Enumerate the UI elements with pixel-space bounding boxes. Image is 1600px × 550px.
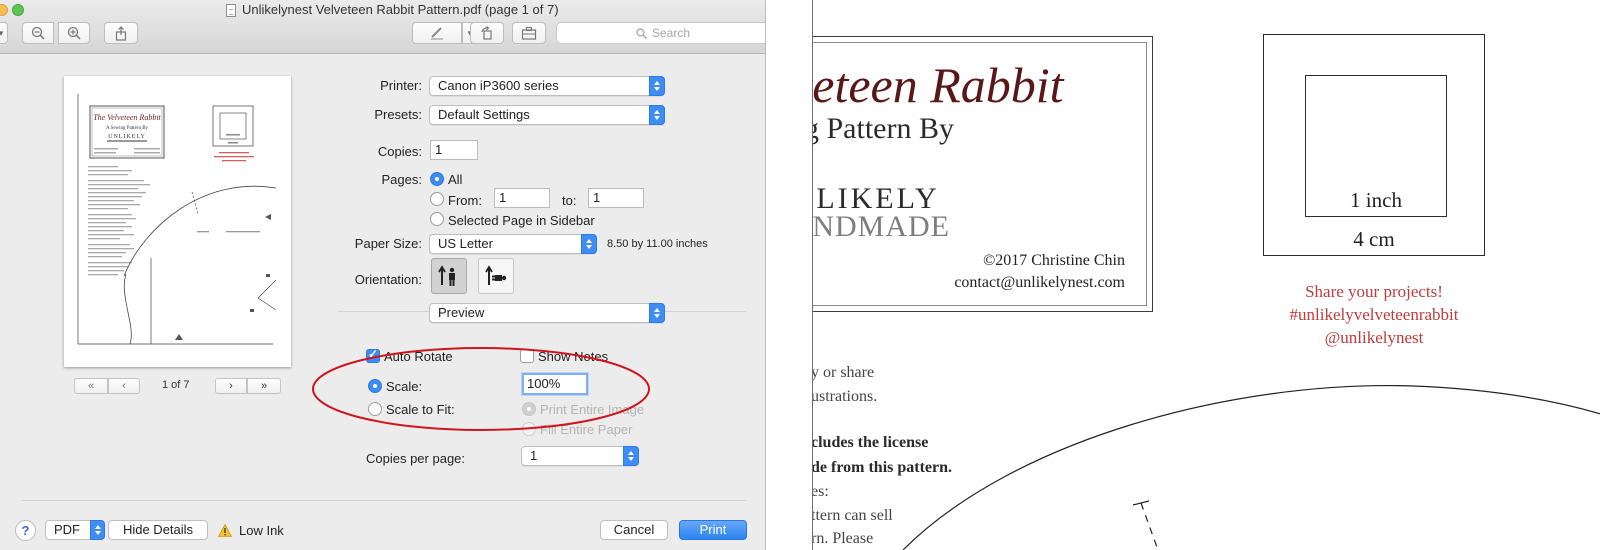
pages-all-radio[interactable] xyxy=(430,172,444,186)
zoom-out-icon xyxy=(31,26,45,40)
orientation-label: Orientation: xyxy=(354,272,422,287)
window-title: Unlikelynest Velveteen Rabbit Pattern.pd… xyxy=(226,1,559,19)
copies-per-page-label: Copies per page: xyxy=(366,451,466,466)
footer-divider xyxy=(22,500,746,501)
printer-popup[interactable]: Canon iP3600 series xyxy=(429,76,665,96)
pages-from-label: From: xyxy=(448,193,482,208)
chevron-left-icon: ‹ xyxy=(122,380,126,392)
zoom-in-button[interactable] xyxy=(58,22,90,44)
updown-arrows-icon xyxy=(623,446,639,466)
copies-label: Copies: xyxy=(377,144,422,159)
pdf-document-icon xyxy=(226,3,236,17)
paper-size-popup[interactable]: US Letter xyxy=(429,234,597,254)
search-input[interactable]: Search xyxy=(556,22,765,44)
pages-all-label: All xyxy=(448,172,463,187)
hide-details-button[interactable]: Hide Details xyxy=(108,520,208,540)
title-bar: Unlikelynest Velveteen Rabbit Pattern.pd… xyxy=(0,0,765,54)
updown-arrows-icon xyxy=(649,76,665,96)
share-button[interactable] xyxy=(104,22,138,44)
chevron-right-icon: › xyxy=(229,380,233,392)
double-chevron-left-icon: « xyxy=(87,380,95,392)
pages-selected-radio[interactable] xyxy=(430,212,444,226)
cancel-button[interactable]: Cancel xyxy=(600,520,668,540)
thumb-title: The Velveteen Rabbit xyxy=(93,113,161,122)
section-value: Preview xyxy=(438,305,485,320)
thumb-brand: UNLIKELY xyxy=(108,134,146,140)
thumb-subtitle: A Sewing Pattern By xyxy=(106,126,149,131)
pages-label: Pages: xyxy=(381,172,422,187)
help-icon: ? xyxy=(21,523,30,538)
presets-label: Presets: xyxy=(374,107,422,122)
printer-label: Printer: xyxy=(380,78,422,93)
landscape-person-icon xyxy=(485,265,507,285)
warning-icon xyxy=(218,524,232,537)
print-dialog-window: Unlikelynest Velveteen Rabbit Pattern.pd… xyxy=(0,0,766,550)
paper-size-value: US Letter xyxy=(438,236,493,251)
rotate-button[interactable] xyxy=(470,22,504,44)
preview-page-drawing: The Velveteen Rabbit A Sewing Pattern By… xyxy=(77,94,277,345)
search-placeholder: Search xyxy=(651,26,691,40)
toolbox-button[interactable] xyxy=(512,22,546,44)
zoom-window-button[interactable] xyxy=(12,4,24,16)
last-page-button[interactable]: » xyxy=(247,378,281,394)
search-icon xyxy=(636,27,647,39)
paper-size-dimensions: 8.50 by 11.00 inches xyxy=(607,238,708,250)
updown-arrows-icon xyxy=(649,303,665,323)
copies-per-page-value: 1 xyxy=(530,448,538,463)
pages-from-radio[interactable] xyxy=(430,192,444,206)
help-button[interactable]: ? xyxy=(15,520,36,541)
first-page-button[interactable]: « xyxy=(74,378,108,394)
page-indicator: 1 of 7 xyxy=(162,379,190,391)
chevron-down-icon: ▾ xyxy=(0,28,3,39)
section-popup[interactable]: Preview xyxy=(429,303,665,323)
rotate-icon xyxy=(481,25,492,40)
share-icon xyxy=(115,25,127,41)
chevron-down-icon xyxy=(90,520,105,540)
page-preview-thumbnail: The Velveteen Rabbit A Sewing Pattern By… xyxy=(64,76,291,367)
low-ink-status: Low Ink xyxy=(239,523,284,538)
next-page-button[interactable]: › xyxy=(215,378,247,394)
printer-value: Canon iP3600 series xyxy=(438,78,559,93)
window-title-text: Unlikelynest Velveteen Rabbit Pattern.pd… xyxy=(242,2,559,17)
presets-popup[interactable]: Default Settings xyxy=(429,105,665,125)
updown-arrows-icon xyxy=(649,105,665,125)
pdf-menu-button[interactable]: PDF xyxy=(45,520,105,540)
portrait-orientation-button[interactable] xyxy=(431,258,467,294)
pages-from-field[interactable]: 1 xyxy=(494,188,550,208)
updown-arrows-icon xyxy=(581,234,597,254)
pages-selected-label: Selected Page in Sidebar xyxy=(448,213,595,228)
zoom-in-icon xyxy=(67,26,81,40)
pdf-label: PDF xyxy=(54,522,80,537)
portrait-person-icon xyxy=(438,265,455,286)
pages-to-label: to: xyxy=(562,193,577,208)
double-chevron-right-icon: » xyxy=(260,380,268,392)
zoom-out-button[interactable] xyxy=(22,22,54,44)
sidebar-toggle-button[interactable]: ▾ xyxy=(0,22,8,44)
pen-icon xyxy=(431,27,443,40)
print-button[interactable]: Print xyxy=(679,520,747,540)
pattern-page-zoom: Velveteen Rabbit Sewing Pattern By UNLIK… xyxy=(812,0,1600,550)
copies-field[interactable]: 1 xyxy=(430,140,478,160)
pattern-curve-lines xyxy=(902,384,1600,550)
presets-value: Default Settings xyxy=(438,107,530,122)
red-annotation-ellipse xyxy=(312,347,650,431)
copies-per-page-popup[interactable]: 1 xyxy=(521,446,639,466)
pages-to-field[interactable]: 1 xyxy=(588,188,644,208)
toolbox-icon xyxy=(521,26,537,40)
paper-size-label: Paper Size: xyxy=(354,236,422,251)
landscape-orientation-button[interactable] xyxy=(478,258,514,294)
markup-button[interactable] xyxy=(412,22,462,44)
previous-page-button[interactable]: ‹ xyxy=(108,378,140,394)
minimize-window-button[interactable] xyxy=(0,4,8,16)
